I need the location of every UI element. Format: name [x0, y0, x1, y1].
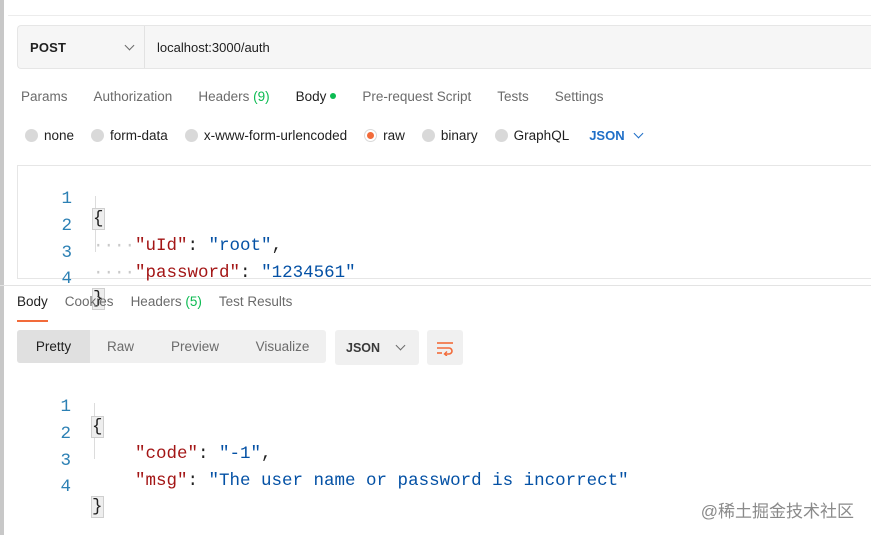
tab-authorization[interactable]: Authorization [94, 89, 173, 104]
close-brace: } [91, 496, 104, 518]
radio-checked-icon [364, 128, 378, 142]
body-type-selector: none form-data x-www-form-urlencoded raw… [25, 125, 644, 145]
response-format-label: JSON [346, 340, 381, 355]
code-text: } [91, 496, 104, 518]
radio-icon [421, 128, 435, 142]
top-strip [8, 0, 871, 16]
radio-icon [91, 128, 105, 142]
code-line: 4 } [17, 457, 871, 518]
body-type-label: binary [440, 127, 478, 143]
view-mode-visualize[interactable]: Visualize [239, 330, 326, 363]
code-line: 2 ····"uId": "root", [18, 196, 871, 256]
response-tab-cookies[interactable]: Cookies [65, 294, 114, 322]
code-line: 2 "code": "-1", [17, 404, 871, 464]
tab-pre-request-script[interactable]: Pre-request Script [362, 89, 471, 104]
code-line: 3 ····"password": "1234561" [18, 223, 871, 283]
body-type-label: form-data [110, 127, 168, 143]
code-line: 3 "msg": "The user name or password is i… [17, 431, 871, 491]
body-type-label: GraphQL [513, 127, 570, 143]
tab-tests[interactable]: Tests [497, 89, 529, 104]
body-type-graphql[interactable]: GraphQL [494, 127, 570, 143]
response-tabs: Body Cookies Headers (5) Test Results [17, 294, 309, 322]
line-number: 4 [60, 477, 71, 497]
body-type-label: raw [383, 127, 405, 143]
radio-icon [184, 128, 198, 142]
window-edge [0, 0, 4, 535]
tab-headers-label: Headers [198, 88, 250, 104]
request-tabs: Params Authorization Headers (9) Body Pr… [21, 86, 630, 106]
url-input[interactable] [145, 26, 871, 68]
code-line: 4 } [18, 249, 871, 310]
tab-body-label: Body [295, 88, 327, 104]
request-url-bar: POST [17, 25, 871, 69]
body-format-label: JSON [589, 127, 625, 143]
request-body-editor[interactable]: 1 { 2 ····"uId": "root", 3 ····"password… [17, 165, 871, 310]
response-body-viewer[interactable]: 1 { 2 "code": "-1", 3 "msg": "The user n… [17, 375, 871, 518]
body-type-label: x-www-form-urlencoded [203, 127, 348, 143]
method-label: POST [30, 39, 67, 55]
body-type-none[interactable]: none [25, 128, 74, 143]
chevron-down-icon [633, 128, 644, 138]
tab-params[interactable]: Params [21, 89, 68, 104]
view-mode-preview[interactable]: Preview [151, 330, 239, 363]
response-format-select[interactable]: JSON [335, 330, 419, 365]
chevron-down-icon [124, 40, 135, 50]
view-mode-pretty[interactable]: Pretty [17, 330, 90, 363]
radio-icon [494, 128, 508, 142]
headers-count-badge: (9) [253, 88, 270, 104]
response-tab-body[interactable]: Body [17, 294, 48, 322]
chevron-down-icon [395, 340, 406, 351]
body-type-urlencoded[interactable]: x-www-form-urlencoded [184, 127, 348, 143]
method-select[interactable]: POST [18, 26, 145, 68]
response-headers-label: Headers [130, 294, 182, 309]
tab-body[interactable]: Body [296, 89, 337, 104]
response-tab-headers[interactable]: Headers (5) [131, 294, 202, 322]
wrap-lines-button[interactable] [427, 330, 463, 365]
wrap-lines-icon [437, 341, 453, 356]
view-mode-selector: Pretty Raw Preview Visualize [17, 330, 326, 363]
view-mode-raw[interactable]: Raw [90, 330, 151, 363]
radio-icon [25, 128, 38, 142]
body-type-label: none [44, 127, 75, 143]
code-line: 1 { [17, 377, 871, 438]
body-type-binary[interactable]: binary [421, 127, 478, 143]
response-headers-count: (5) [185, 294, 202, 309]
body-format-select[interactable]: JSON [589, 127, 644, 143]
tab-settings[interactable]: Settings [555, 89, 604, 104]
body-modified-dot [330, 92, 337, 99]
body-type-form-data[interactable]: form-data [91, 128, 168, 143]
tab-headers[interactable]: Headers (9) [198, 89, 269, 104]
line-number: 4 [61, 269, 72, 289]
pane-divider[interactable] [0, 285, 871, 286]
code-line: 1 { [18, 169, 871, 230]
response-tab-test-results[interactable]: Test Results [219, 294, 293, 322]
watermark: @稀土掘金技术社区 [700, 502, 854, 521]
body-type-raw[interactable]: raw [364, 128, 405, 143]
